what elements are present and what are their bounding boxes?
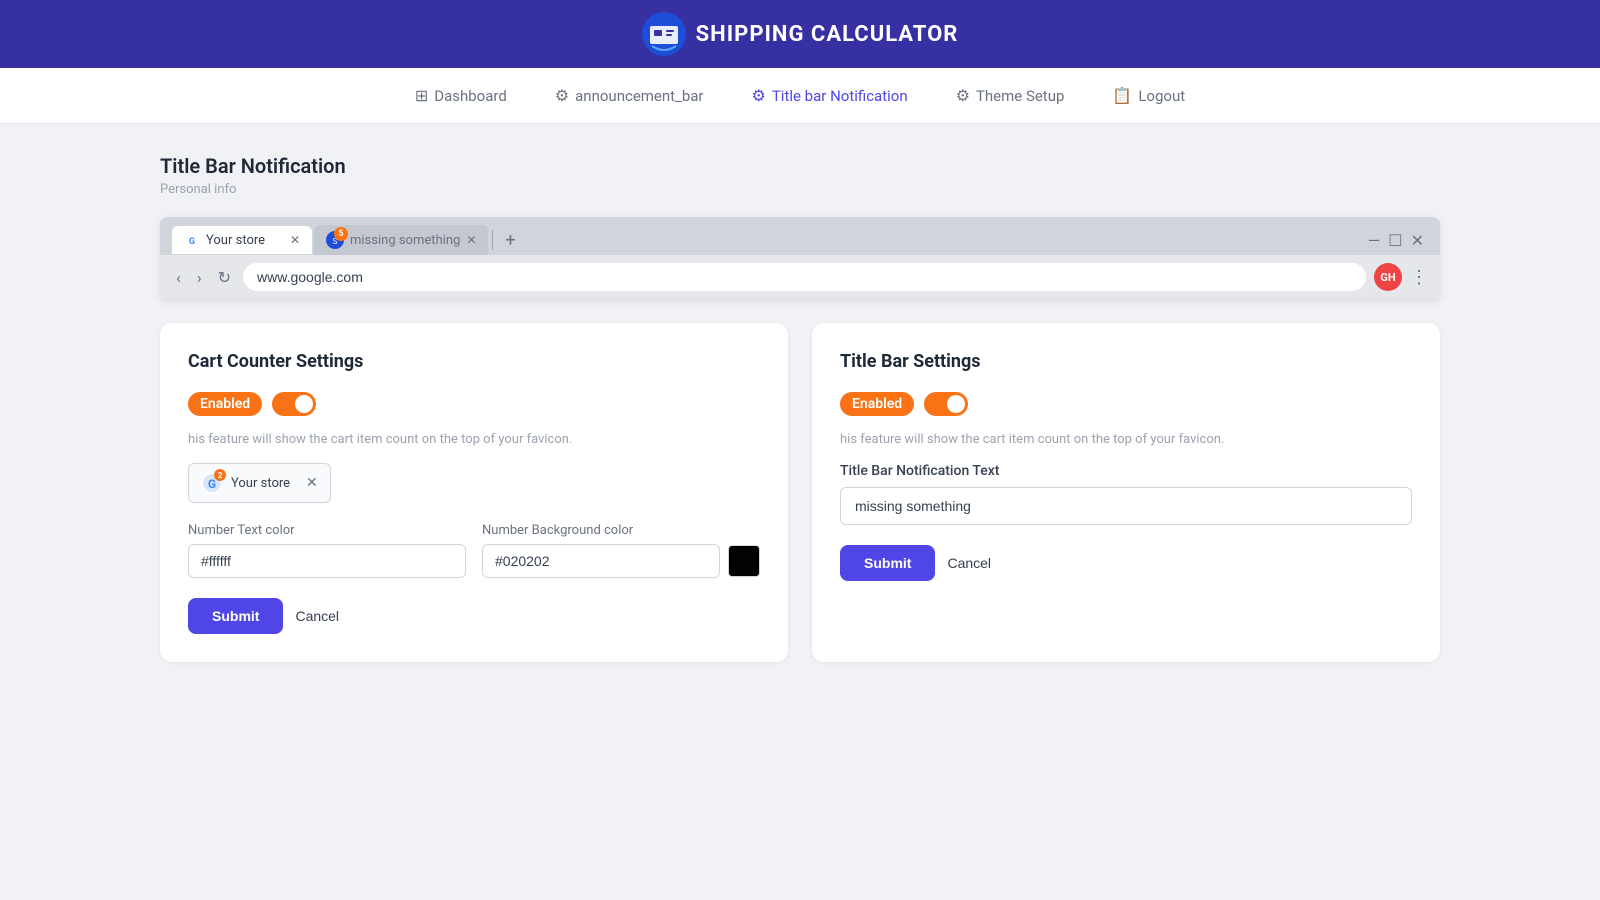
bg-color-swatch[interactable] bbox=[728, 545, 760, 577]
titlebar-enabled-label: Enabled bbox=[840, 392, 914, 416]
browser-tab-2[interactable]: S 5 missing something ✕ bbox=[314, 225, 488, 255]
app-title: Shipping Calculator bbox=[696, 22, 959, 47]
main-content: Title Bar Notification Personal info G Y… bbox=[120, 124, 1480, 692]
titlebar-cancel-button[interactable]: Cancel bbox=[947, 555, 991, 571]
browser-tabs: G Your store ✕ S 5 missing something ✕ bbox=[160, 217, 1440, 255]
titlebar-btn-row: Submit Cancel bbox=[840, 545, 1412, 581]
nav-theme-label: Theme Setup bbox=[976, 87, 1064, 105]
bg-color-input[interactable] bbox=[482, 544, 720, 578]
logout-icon: 📋 bbox=[1112, 86, 1132, 105]
refresh-button[interactable]: ↻ bbox=[214, 266, 235, 289]
cart-btn-row: Submit Cancel bbox=[188, 598, 760, 634]
settings-panels: Cart Counter Settings Enabled his featur… bbox=[160, 323, 1440, 662]
back-button[interactable]: ‹ bbox=[172, 266, 185, 289]
browser-mockup: G Your store ✕ S 5 missing something ✕ bbox=[160, 217, 1440, 299]
browser-tab-1[interactable]: G Your store ✕ bbox=[172, 226, 312, 254]
titlebar-icon: ⚙ bbox=[752, 86, 766, 105]
tab2-badge: 5 bbox=[334, 227, 348, 241]
cart-counter-panel: Cart Counter Settings Enabled his featur… bbox=[160, 323, 788, 662]
notification-text-label: Title Bar Notification Text bbox=[840, 463, 1412, 479]
nav-dashboard-label: Dashboard bbox=[434, 87, 507, 105]
cart-counter-title: Cart Counter Settings bbox=[188, 351, 760, 372]
favicon-preview-icon: G 2 bbox=[201, 472, 223, 494]
tab-separator bbox=[492, 230, 493, 250]
nav-dashboard[interactable]: ⊞ Dashboard bbox=[415, 86, 507, 105]
bg-color-input-row bbox=[482, 544, 760, 578]
tab1-close[interactable]: ✕ bbox=[290, 233, 300, 247]
url-bar[interactable] bbox=[243, 263, 1366, 291]
nav-announcement-bar[interactable]: ⚙ announcement_bar bbox=[555, 86, 704, 105]
favicon-counter: 2 bbox=[214, 469, 226, 481]
main-nav: ⊞ Dashboard ⚙ announcement_bar ⚙ Title b… bbox=[0, 68, 1600, 124]
nav-theme-setup[interactable]: ⚙ Theme Setup bbox=[956, 86, 1065, 105]
theme-icon: ⚙ bbox=[956, 86, 970, 105]
cart-enabled-label: Enabled bbox=[188, 392, 262, 416]
titlebar-enabled-toggle[interactable] bbox=[924, 392, 968, 416]
browser-addressbar: ‹ › ↻ GH ⋮ bbox=[160, 255, 1440, 299]
browser-avatar: GH bbox=[1374, 263, 1402, 291]
nav-title-bar[interactable]: ⚙ Title bar Notification bbox=[752, 86, 908, 105]
maximize-icon[interactable]: ☐ bbox=[1388, 231, 1402, 250]
tab2-label: missing something bbox=[350, 233, 460, 248]
bg-color-group: Number Background color bbox=[482, 523, 760, 578]
cart-submit-button[interactable]: Submit bbox=[188, 598, 283, 634]
logo: Shipping Calculator bbox=[642, 12, 959, 56]
forward-button[interactable]: › bbox=[193, 266, 206, 289]
tab2-close[interactable]: ✕ bbox=[466, 233, 476, 247]
color-form-row: Number Text color Number Background colo… bbox=[188, 523, 760, 578]
tab-add-button[interactable]: + bbox=[497, 226, 523, 255]
text-color-input-row bbox=[188, 544, 466, 578]
tab1-favicon: G bbox=[184, 232, 200, 248]
favicon-preview-label: Your store bbox=[231, 476, 290, 491]
app-header: Shipping Calculator bbox=[0, 0, 1600, 68]
text-color-label: Number Text color bbox=[188, 523, 466, 538]
page-title: Title Bar Notification bbox=[160, 154, 1440, 178]
announcement-icon: ⚙ bbox=[555, 86, 569, 105]
svg-text:G: G bbox=[189, 237, 195, 247]
logo-icon bbox=[642, 12, 686, 56]
browser-menu-icon[interactable]: ⋮ bbox=[1410, 267, 1428, 288]
cart-cancel-button[interactable]: Cancel bbox=[295, 608, 339, 624]
text-color-input[interactable] bbox=[188, 544, 466, 578]
nav-logout-label: Logout bbox=[1138, 87, 1185, 105]
favicon-preview: G 2 Your store ✕ bbox=[188, 463, 331, 503]
nav-titlebar-label: Title bar Notification bbox=[772, 87, 908, 105]
title-bar-title: Title Bar Settings bbox=[840, 351, 1412, 372]
cart-counter-toggle-row: Enabled bbox=[188, 392, 760, 416]
cart-enabled-toggle[interactable] bbox=[272, 392, 316, 416]
cart-feature-desc: his feature will show the cart item coun… bbox=[188, 432, 760, 447]
minimize-icon[interactable]: — bbox=[1368, 231, 1381, 250]
titlebar-feature-desc: his feature will show the cart item coun… bbox=[840, 432, 1412, 447]
notification-text-input[interactable] bbox=[840, 487, 1412, 525]
favicon-preview-close[interactable]: ✕ bbox=[306, 475, 318, 491]
nav-announcement-label: announcement_bar bbox=[575, 87, 703, 105]
close-icon[interactable]: ✕ bbox=[1411, 231, 1424, 250]
page-subtitle: Personal info bbox=[160, 182, 1440, 197]
text-color-group: Number Text color bbox=[188, 523, 466, 578]
dashboard-icon: ⊞ bbox=[415, 86, 428, 105]
titlebar-submit-button[interactable]: Submit bbox=[840, 545, 935, 581]
titlebar-toggle-row: Enabled bbox=[840, 392, 1412, 416]
tab2-favicon: S 5 bbox=[326, 231, 344, 249]
nav-logout[interactable]: 📋 Logout bbox=[1112, 86, 1185, 105]
window-controls: — ☐ ✕ bbox=[1368, 231, 1428, 250]
tab1-label: Your store bbox=[206, 233, 265, 248]
title-bar-panel: Title Bar Settings Enabled his feature w… bbox=[812, 323, 1440, 662]
bg-color-label: Number Background color bbox=[482, 523, 760, 538]
